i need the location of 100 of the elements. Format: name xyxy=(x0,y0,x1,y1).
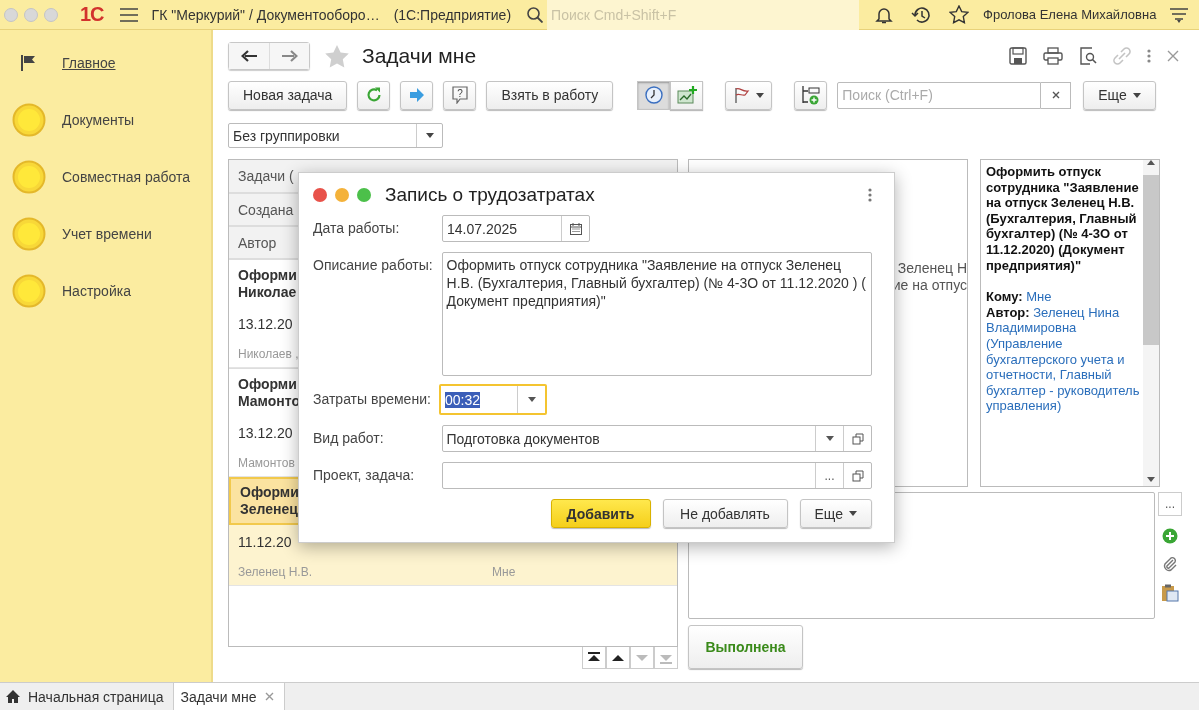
paperclip-icon[interactable] xyxy=(1162,556,1178,572)
page-first-button[interactable] xyxy=(582,647,606,669)
window-close-button[interactable] xyxy=(313,188,327,202)
more-button[interactable]: ... xyxy=(1158,492,1182,516)
history-icon[interactable] xyxy=(911,5,932,24)
description-field[interactable]: Оформить отпуск сотрудника "Заявление на отпуск Зеленец Н.В. (Бухгалтерия, Главный бухгалтер) (№ 4-3О от 11.12.2020 ) ( Документ предприятия)" xyxy=(441,252,872,376)
caret-icon xyxy=(755,92,764,98)
complete-button[interactable]: Выполнена xyxy=(688,625,803,669)
clear-button[interactable] xyxy=(1041,81,1072,109)
scroll-up-icon xyxy=(1147,160,1155,165)
date-field[interactable]: 14.07.2025 xyxy=(442,215,590,242)
field-label: Описание работы: xyxy=(313,256,434,273)
home-icon xyxy=(6,690,20,703)
sidebar-item[interactable]: Документы xyxy=(62,111,135,128)
project-field[interactable]: ... xyxy=(441,462,872,489)
close-icon xyxy=(1051,91,1060,99)
search-icon xyxy=(527,6,544,23)
recipient-line: Кому: Мне xyxy=(986,289,1053,305)
caret-icon xyxy=(425,133,434,138)
add-button[interactable]: Добавить xyxy=(550,499,651,528)
help-icon: ? xyxy=(451,86,468,104)
more-icon[interactable] xyxy=(868,188,872,202)
toolbar-button[interactable]: Взять в работу xyxy=(486,80,614,110)
add-icon[interactable] xyxy=(1162,528,1178,544)
circle-icon xyxy=(12,216,46,251)
refresh-button[interactable] xyxy=(357,80,391,110)
sidebar-item[interactable]: Главное xyxy=(62,54,116,71)
favorite-star-icon[interactable] xyxy=(324,43,350,69)
tree-add-icon xyxy=(800,85,821,105)
work-type-select[interactable]: Подготовка документов xyxy=(441,425,872,452)
bell-icon[interactable] xyxy=(875,5,894,24)
task-author: Зеленец Н.В. xyxy=(238,564,313,579)
tree-add-button[interactable] xyxy=(794,80,828,110)
arrow-right-icon xyxy=(281,50,298,62)
page-prev-button[interactable] xyxy=(606,647,630,669)
open-icon[interactable] xyxy=(851,432,864,445)
window-maximize-button[interactable] xyxy=(357,188,371,202)
more-icon[interactable] xyxy=(1147,49,1151,63)
logo: 1С xyxy=(80,3,104,26)
preview-icon[interactable] xyxy=(1079,47,1097,65)
clipboard-icon[interactable] xyxy=(1161,584,1179,602)
task-description: Оформить отпуск сотрудника "Заявление на отпуск Зеленец Н.В. (Бухгалтерия, Главный бухгалтер) (№ 4-3О от 11.12.2020) (Документ предприятия)" xyxy=(986,164,1140,274)
more-button[interactable]: Еще xyxy=(799,499,872,528)
menu-icon[interactable] xyxy=(1170,6,1189,23)
help-button[interactable]: ? xyxy=(443,80,477,110)
task-recipient: Мне xyxy=(492,564,516,579)
choose-button[interactable]: ... xyxy=(815,463,843,488)
field-label: Затраты времени: xyxy=(313,390,432,407)
task-author: Николаев , xyxy=(238,346,299,361)
cancel-button[interactable]: Не добавлять xyxy=(662,499,788,528)
caret-icon xyxy=(1132,92,1141,98)
task-title: Оформи Зеленец xyxy=(240,484,299,518)
sidebar-item[interactable]: Настройка xyxy=(62,282,131,299)
task-title: Оформи Николае xyxy=(238,266,297,301)
toolbar-button[interactable]: Новая задача xyxy=(228,80,348,110)
duration-field[interactable]: 00:32 xyxy=(439,384,547,415)
scrollbar[interactable] xyxy=(1143,160,1159,486)
flag-menu-button[interactable] xyxy=(725,80,773,110)
back-button[interactable] xyxy=(229,43,269,69)
window-tab[interactable]: Задачи мне xyxy=(174,683,285,710)
preview-text: Зеленец Н xyxy=(897,260,967,277)
app-subtitle: (1С:Предприятие) xyxy=(393,6,512,23)
print-icon[interactable] xyxy=(1043,47,1063,65)
user-name[interactable]: Фролова Елена Михайловна xyxy=(983,7,1157,22)
task-date: 13.12.20 xyxy=(238,424,293,441)
chart-toggle[interactable] xyxy=(670,80,704,110)
more-button[interactable]: Еще xyxy=(1083,80,1156,110)
circle-icon xyxy=(12,102,46,137)
close-icon[interactable] xyxy=(264,692,274,701)
sidebar-item[interactable]: Совместная работа xyxy=(62,168,191,185)
clock-toggle[interactable] xyxy=(637,80,671,110)
search-field[interactable]: Поиск (Ctrl+F) xyxy=(837,81,1042,109)
app-title: ГК "Меркурий" / Документооборо… xyxy=(151,6,380,23)
calendar-icon[interactable] xyxy=(569,222,582,235)
close-icon[interactable] xyxy=(1167,50,1179,62)
clock-icon xyxy=(644,86,663,104)
open-icon[interactable] xyxy=(851,469,864,482)
save-icon[interactable] xyxy=(1009,47,1027,65)
task-author: Мамонтов xyxy=(238,455,295,470)
grouping-select[interactable]: Без группировки xyxy=(228,123,443,148)
field-label: Вид работ: xyxy=(313,429,385,446)
menu-icon[interactable] xyxy=(119,7,138,22)
flag-icon xyxy=(21,54,37,71)
form-title: Задачи мне xyxy=(362,44,477,68)
chart-add-icon xyxy=(676,86,697,104)
caret-icon xyxy=(825,436,834,441)
window-minimize-button[interactable] xyxy=(335,188,349,202)
arrow-right-icon xyxy=(408,87,425,103)
scroll-thumb[interactable] xyxy=(1143,175,1159,345)
first-arrow-icon xyxy=(588,651,600,664)
caret-icon xyxy=(849,511,857,516)
sidebar-item[interactable]: Учет времени xyxy=(62,225,152,242)
arrow-left-icon xyxy=(241,50,257,62)
forward-button[interactable] xyxy=(400,80,434,110)
flag-icon xyxy=(733,87,750,103)
author-line: Автор: Зеленец Нина Владимировна (Управление бухгалтерского учета и отчетности, Главный бухгалтер - руководитель управления) xyxy=(986,304,1141,414)
refresh-icon xyxy=(365,87,382,103)
task-date: 13.12.20 xyxy=(238,315,293,332)
star-icon[interactable] xyxy=(949,5,970,24)
field-label: Проект, задача: xyxy=(313,466,416,483)
